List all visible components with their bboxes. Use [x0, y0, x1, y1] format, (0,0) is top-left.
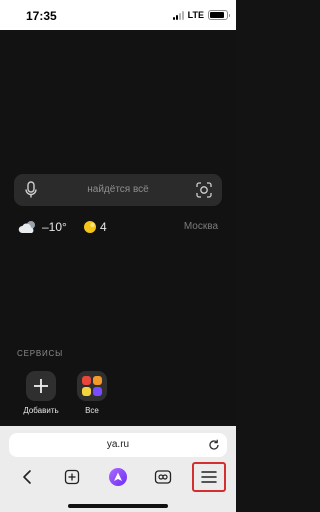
weather-widget[interactable]: –10° 4 Москва	[18, 219, 218, 235]
cloudy-icon	[18, 221, 35, 233]
hamburger-menu-icon	[201, 471, 217, 483]
home-indicator	[68, 504, 168, 508]
plus-icon	[34, 379, 48, 393]
browser-bottom-bar: ya.ru	[0, 426, 236, 512]
reload-icon[interactable]	[208, 439, 220, 451]
search-input[interactable]: найдётся всё	[14, 184, 222, 195]
apps-grid-icon	[82, 376, 102, 396]
temperature: –10°	[42, 220, 67, 234]
new-tab-button[interactable]	[60, 465, 84, 489]
all-services-tile[interactable]	[77, 371, 107, 401]
url-text[interactable]: ya.ru	[9, 439, 227, 450]
browser-toolbar	[0, 462, 236, 492]
status-indicators: LTE	[172, 10, 230, 20]
services-heading: СЕРВИСЫ	[17, 349, 63, 358]
traffic-score: 4	[100, 220, 107, 234]
network-type: LTE	[187, 10, 204, 20]
address-bar[interactable]: ya.ru	[9, 433, 227, 457]
add-service-button[interactable]: Добавить	[20, 371, 62, 415]
alice-icon	[109, 468, 127, 486]
menu-button[interactable]	[192, 462, 226, 492]
add-service-label: Добавить	[23, 406, 59, 415]
signal-icon	[172, 10, 184, 20]
all-services-button[interactable]: Все	[71, 371, 113, 415]
plus-square-icon	[64, 469, 80, 485]
camera-lens-icon[interactable]	[196, 182, 212, 198]
alice-button[interactable]	[106, 465, 130, 489]
search-bar[interactable]: найдётся всё	[14, 174, 222, 206]
battery-icon	[208, 10, 230, 20]
add-service-tile[interactable]	[26, 371, 56, 401]
back-button[interactable]	[15, 465, 39, 489]
all-services-label: Все	[85, 406, 99, 415]
tabs-button[interactable]	[151, 465, 175, 489]
home-screen: найдётся всё –10° 4 Москва СЕРВИСЫ Добав…	[0, 30, 236, 426]
traffic-light-icon	[84, 221, 96, 233]
tabs-icon	[154, 470, 172, 484]
chevron-left-icon	[23, 470, 31, 484]
status-bar: 17:35 LTE	[0, 0, 236, 30]
status-time: 17:35	[26, 9, 57, 23]
city-label: Москва	[183, 221, 218, 232]
